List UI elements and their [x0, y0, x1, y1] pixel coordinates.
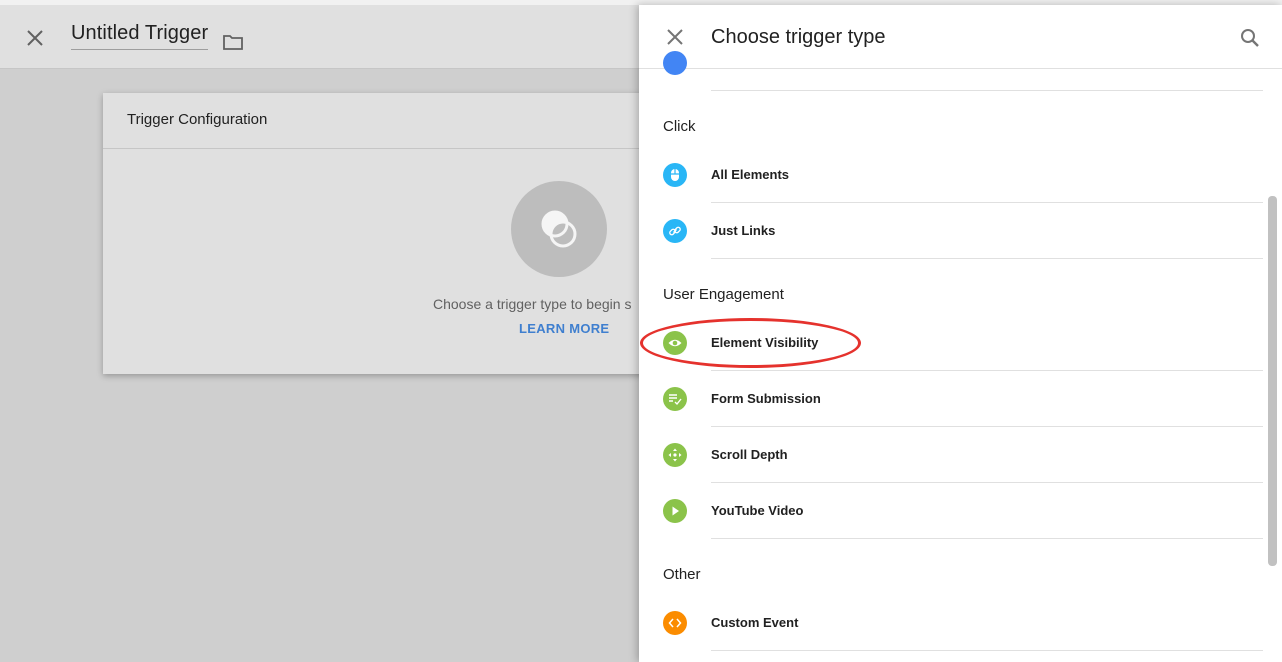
divider: [711, 650, 1263, 651]
link-icon: [663, 219, 687, 243]
divider: [711, 538, 1263, 539]
item-label: Form Submission: [711, 391, 821, 406]
section-label-user-engagement: User Engagement: [663, 286, 784, 303]
trigger-type-all-elements[interactable]: All Elements: [639, 147, 1263, 203]
partial-item-icon: [663, 51, 687, 75]
close-icon[interactable]: [24, 27, 46, 49]
highlight-ellipse: [640, 318, 861, 368]
card-title: Trigger Configuration: [103, 93, 663, 149]
item-label: Custom Event: [711, 615, 799, 630]
trigger-type-scroll-depth[interactable]: Scroll Depth: [639, 427, 1263, 483]
code-brackets-icon: [663, 611, 687, 635]
item-label: All Elements: [711, 167, 790, 182]
item-label: YouTube Video: [711, 503, 804, 518]
panel-title: Choose trigger type: [711, 26, 886, 48]
scrollbar[interactable]: [1268, 196, 1277, 566]
scroll-arrows-icon: [663, 443, 687, 467]
form-check-icon: [663, 387, 687, 411]
trigger-placeholder[interactable]: [511, 181, 607, 277]
folder-icon[interactable]: [222, 32, 244, 52]
item-label: Just Links: [711, 223, 776, 238]
trigger-type-form-submission[interactable]: Form Submission: [639, 371, 1263, 427]
divider: [711, 258, 1263, 259]
mouse-icon: [663, 163, 687, 187]
section-label-other: Other: [663, 566, 701, 583]
divider: [711, 90, 1263, 91]
trigger-name[interactable]: Untitled Trigger: [71, 22, 209, 50]
trigger-prompt: Choose a trigger type to begin s: [433, 296, 632, 312]
trigger-type-youtube-video[interactable]: YouTube Video: [639, 483, 1263, 539]
play-icon: [663, 499, 687, 523]
trigger-type-custom-event[interactable]: Custom Event: [639, 595, 1263, 651]
close-icon[interactable]: [665, 27, 685, 47]
section-label-click: Click: [663, 118, 696, 135]
item-label: Scroll Depth: [711, 447, 788, 462]
trigger-configuration-card[interactable]: Trigger Configuration Choose a trigger t…: [103, 93, 663, 374]
overlap-circles-icon: [541, 210, 577, 248]
search-icon[interactable]: [1239, 27, 1261, 49]
trigger-type-just-links[interactable]: Just Links: [639, 203, 1263, 259]
learn-more-link[interactable]: LEARN MORE: [519, 321, 609, 336]
panel-header: Choose trigger type: [639, 5, 1282, 69]
